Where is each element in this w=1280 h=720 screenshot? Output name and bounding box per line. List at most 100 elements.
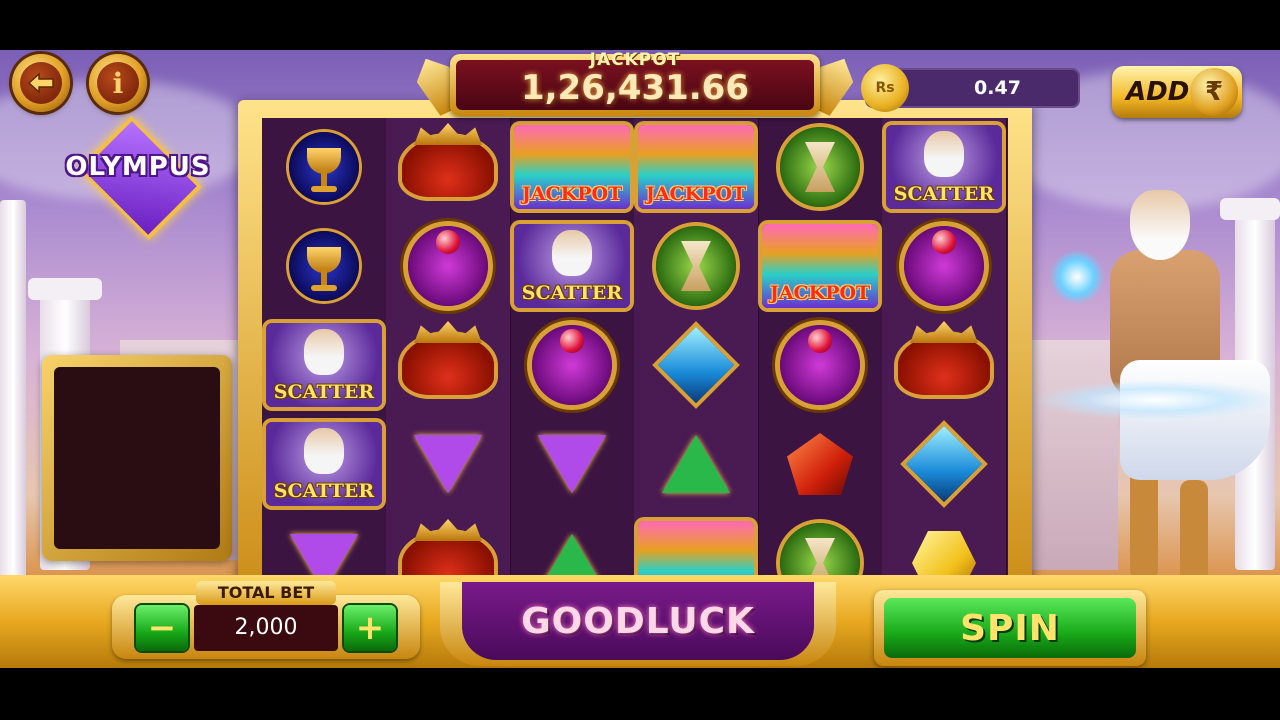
zeus-character (1030, 180, 1280, 610)
reel-symbol-gem-blue (882, 419, 1006, 509)
add-funds-button[interactable]: ADD ₹ (1112, 66, 1242, 118)
gem-red-icon (787, 433, 853, 495)
crown-icon (898, 335, 990, 395)
spin-button-label: SPIN (884, 598, 1136, 658)
crown-icon (402, 335, 494, 395)
reel-symbol-gem-purple (386, 419, 510, 509)
total-bet-value: 2,000 (194, 605, 338, 651)
status-message: GOODLUCK (462, 582, 814, 660)
scatter-symbol-icon: SCATTER (266, 323, 382, 407)
game-logo: OLYMPUS (28, 116, 248, 240)
reel-symbol-goblet (262, 122, 386, 212)
spin-button[interactable]: SPIN (874, 590, 1146, 666)
scatter-symbol-icon: SCATTER (266, 422, 382, 506)
balance-display: Rs 0.47 (861, 64, 1080, 112)
logo-text: OLYMPUS (65, 152, 211, 182)
reel-grid: SCATTER SCATTER JACKPOT SCATTER JACKPOT JACKP… (262, 118, 1008, 618)
reel-symbol-hourglass (758, 122, 882, 212)
hourglass-icon (656, 226, 736, 306)
hourglass-glass (681, 241, 711, 291)
jackpot-symbol-icon: JACKPOT (514, 125, 630, 209)
hourglass-glass (805, 142, 835, 192)
scatter-symbol-label: SCATTER (273, 381, 375, 403)
zeus-head (1130, 190, 1190, 260)
gem-purple-icon (414, 435, 482, 493)
reel-1: SCATTER SCATTER (262, 118, 387, 618)
zeus-face-icon (552, 230, 592, 276)
add-funds-label: ADD (1126, 77, 1190, 107)
reel-symbol-crown (882, 320, 1006, 410)
reel-symbol-jackpot: JACKPOT (634, 122, 758, 212)
scatter-symbol-label: SCATTER (273, 480, 375, 502)
arrow-left-icon (20, 62, 62, 104)
increase-bet-button[interactable]: + (344, 605, 396, 651)
reel-5: JACKPOT (758, 118, 883, 618)
reel-symbol-gem-green (634, 419, 758, 509)
reel-3: JACKPOT SCATTER (510, 118, 635, 618)
lightning-orb (1050, 250, 1104, 304)
reel-symbol-scatter: SCATTER (262, 320, 386, 410)
reel-symbol-scatter: SCATTER (262, 419, 386, 509)
zeus-face-icon (304, 428, 344, 474)
scatter-symbol-icon: SCATTER (514, 224, 630, 308)
reel-symbol-scatter: SCATTER (510, 221, 634, 311)
reel-symbol-gem-blue (634, 320, 758, 410)
jackpot-symbol-label: JACKPOT (521, 183, 623, 205)
reel-6: SCATTER (882, 118, 1007, 618)
jackpot-amount: 1,26,431.66 (520, 68, 749, 108)
scatter-symbol-icon: SCATTER (886, 125, 1002, 209)
status-banner: GOODLUCK (440, 582, 836, 666)
reel-symbol-ring (882, 221, 1006, 311)
jackpot-symbol-label: JACKPOT (645, 183, 747, 205)
reel-symbol-ring (758, 320, 882, 410)
jackpot-symbol-label: JACKPOT (769, 282, 871, 304)
gem-green-icon (662, 435, 730, 493)
info-button[interactable]: i (89, 54, 147, 112)
gem-blue-icon (905, 425, 983, 503)
jackpot-symbol-icon: JACKPOT (638, 125, 754, 209)
reel-symbol-scatter: SCATTER (882, 122, 1006, 212)
total-bet-label: TOTAL BET (196, 581, 336, 605)
jackpot-display: JACKPOT 1,26,431.66 (450, 50, 820, 116)
zeus-robe (1120, 360, 1270, 480)
decrease-bet-button[interactable]: − (136, 605, 188, 651)
coin-icon: Rs (861, 64, 909, 112)
game-screen: i OLYMPUS SCATTER SCATTER JACKPOT SCATTER JA… (0, 50, 1280, 668)
reel-symbol-jackpot: JACKPOT (510, 122, 634, 212)
background-pillar (0, 200, 26, 580)
gem-blue-icon (657, 326, 735, 404)
lightning-bolt (1030, 380, 1280, 420)
reel-symbol-jackpot: JACKPOT (758, 221, 882, 311)
side-panel-screen (54, 367, 220, 549)
goblet-icon (289, 132, 359, 202)
reel-4: JACKPOTJACKPOT (634, 118, 759, 618)
reels-frame: SCATTER SCATTER JACKPOT SCATTER JACKPOT JACKP… (238, 100, 1032, 630)
info-icon: i (97, 62, 139, 104)
reel-2 (386, 118, 511, 618)
gem-purple-icon (538, 435, 606, 493)
reel-symbol-ring (510, 320, 634, 410)
total-bet-panel: TOTAL BET − 2,000 + (112, 581, 420, 659)
reel-symbol-gem-red (758, 419, 882, 509)
side-info-panel (42, 355, 232, 561)
zeus-leg (1130, 470, 1158, 580)
goblet-icon (289, 231, 359, 301)
jackpot-label: JACKPOT (589, 50, 681, 70)
background-pillar-cap (28, 278, 102, 300)
reel-symbol-ring (386, 221, 510, 311)
rupee-icon: ₹ (1190, 68, 1238, 116)
crown-icon (402, 137, 494, 197)
back-button[interactable] (12, 54, 70, 112)
zeus-face-icon (304, 329, 344, 375)
ring-icon (904, 226, 984, 306)
zeus-leg (1180, 480, 1208, 590)
goblet-base (311, 285, 337, 291)
reel-symbol-crown (386, 122, 510, 212)
hourglass-icon (780, 127, 860, 207)
reel-symbol-goblet (262, 221, 386, 311)
balance-amount: 0.47 (974, 77, 1021, 99)
reel-symbol-hourglass (634, 221, 758, 311)
scatter-symbol-label: SCATTER (521, 282, 623, 304)
zeus-face-icon (924, 131, 964, 177)
scatter-symbol-label: SCATTER (893, 183, 995, 205)
